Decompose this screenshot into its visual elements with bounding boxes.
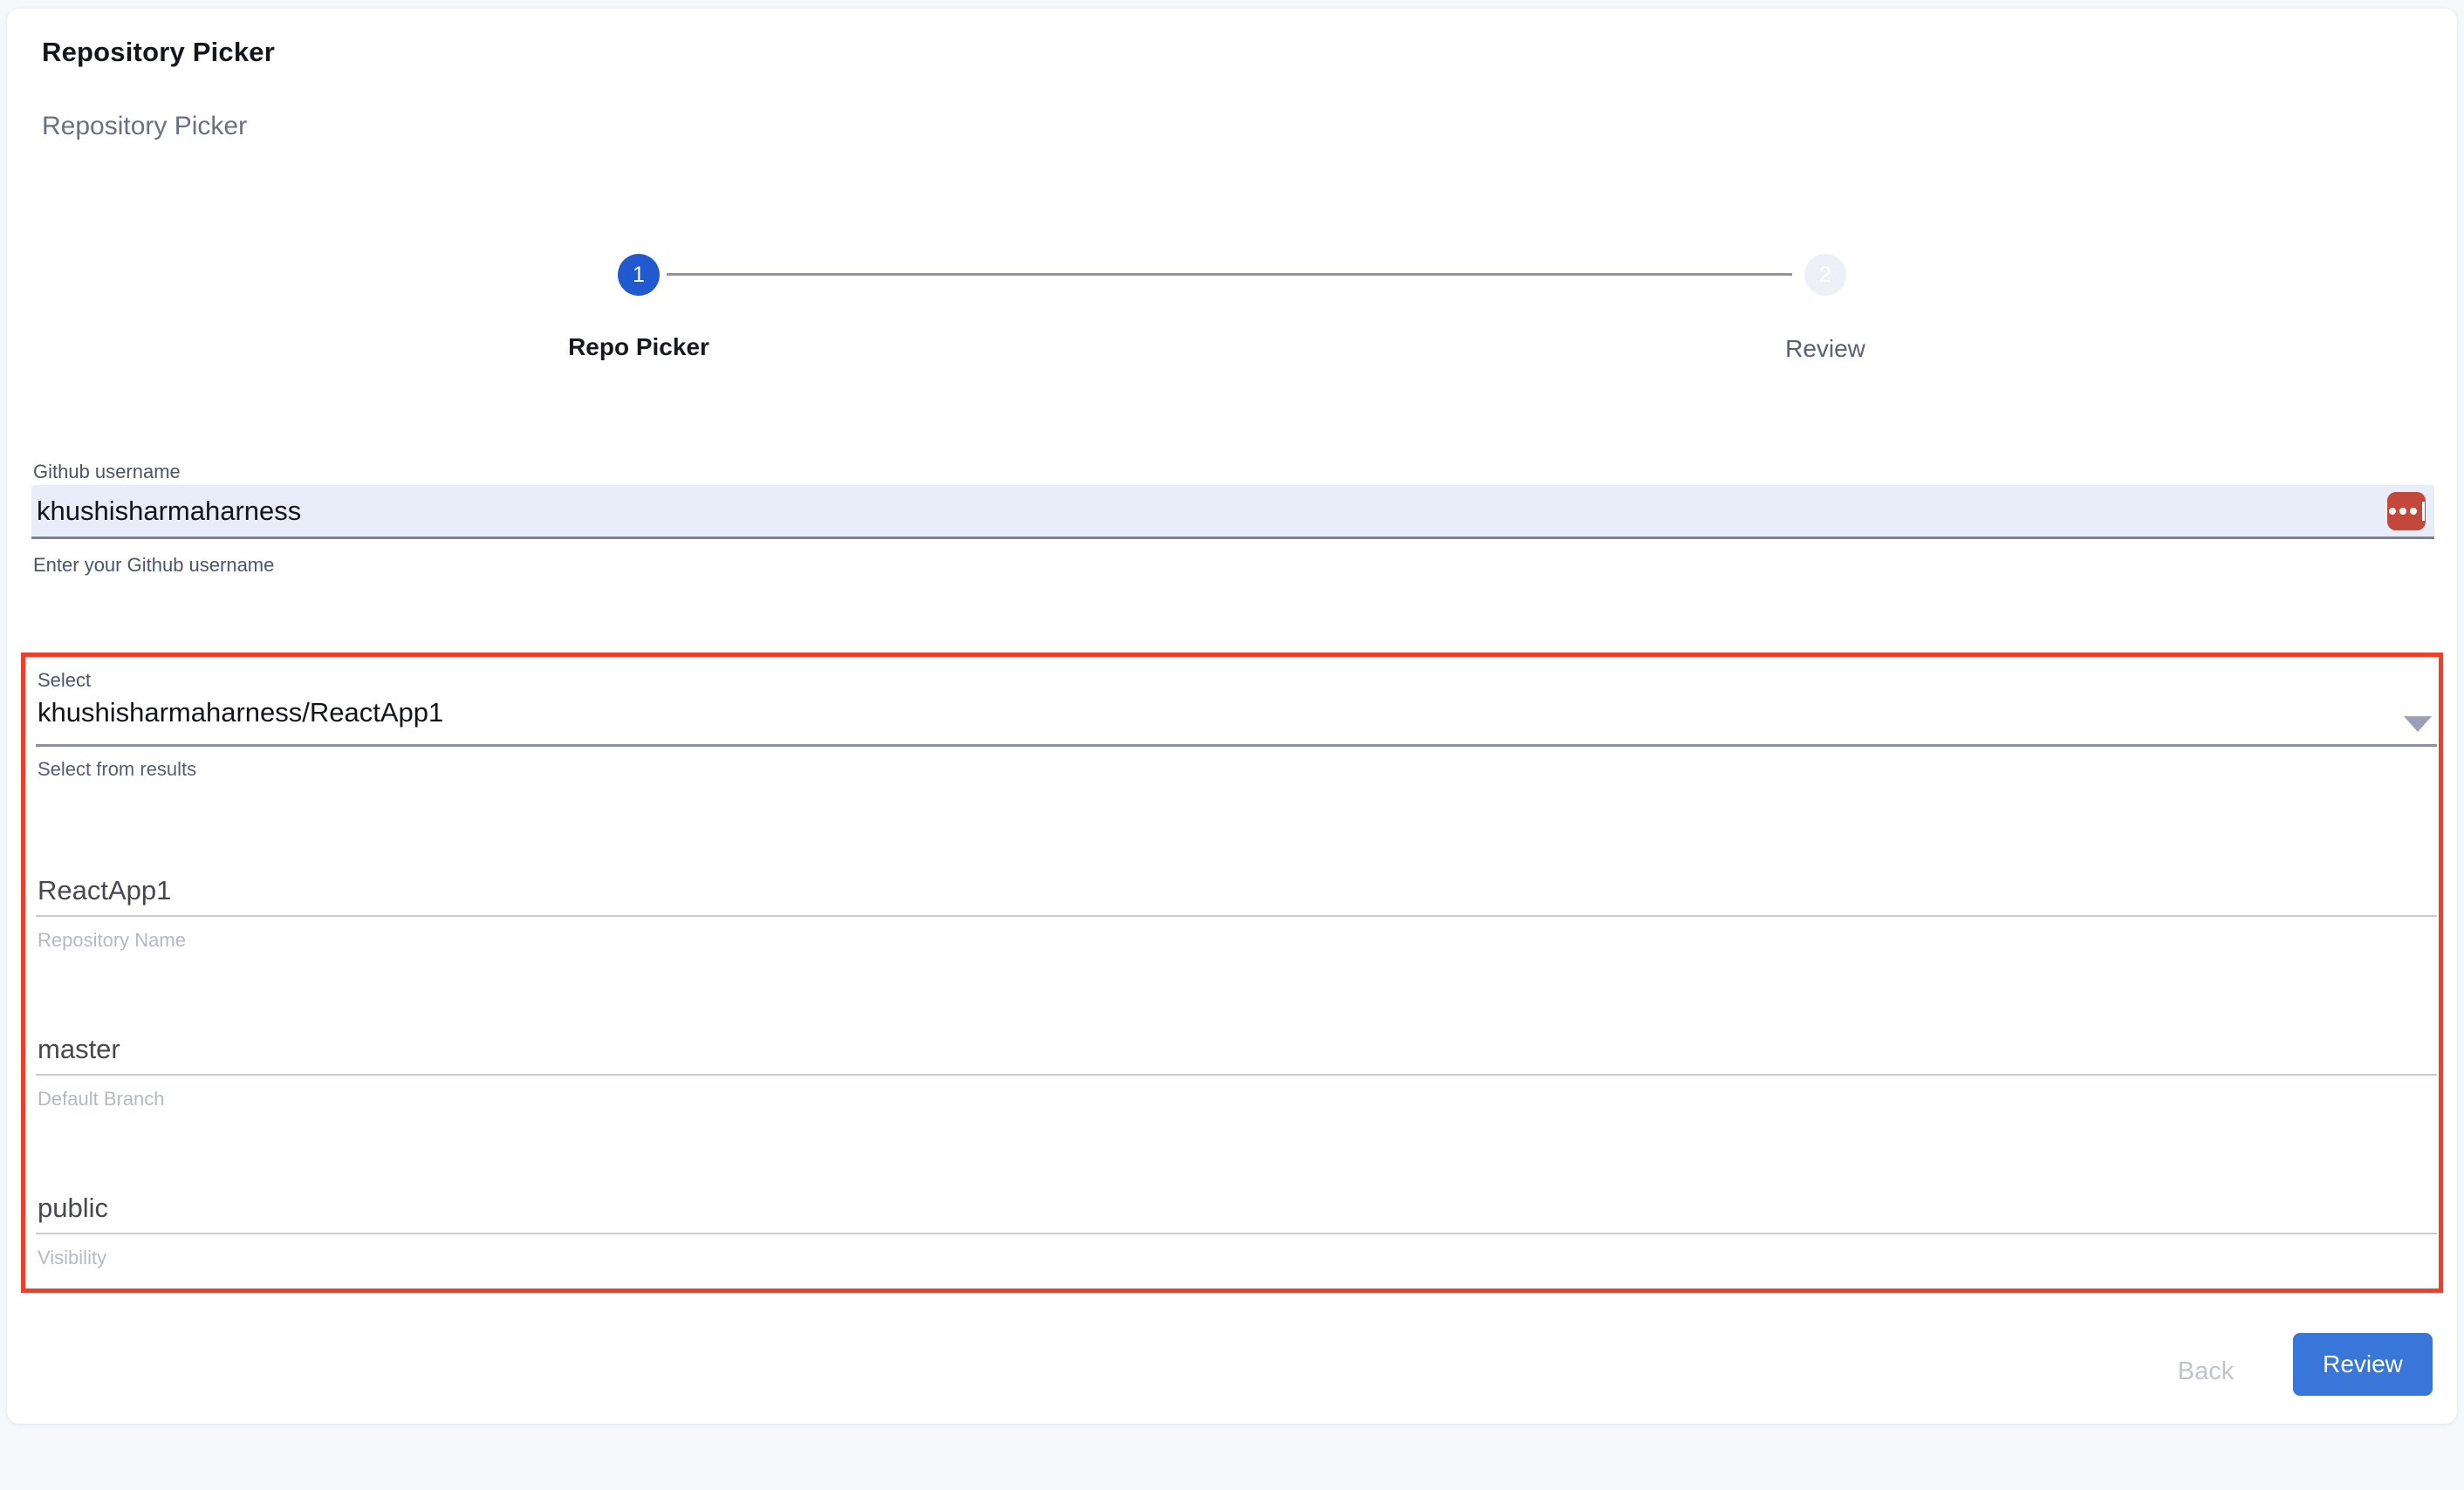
chevron-down-icon[interactable] — [2404, 716, 2432, 732]
review-button[interactable]: Review — [2293, 1333, 2433, 1396]
github-username-label: Github username — [33, 461, 181, 483]
repository-name-field: ReactApp1 Repository Name — [36, 875, 2437, 952]
visibility-field: public Visibility — [36, 1193, 2437, 1269]
lastpass-icon[interactable] — [2387, 492, 2426, 530]
back-button[interactable]: Back — [2153, 1349, 2258, 1394]
step-2-indicator[interactable]: 2 — [1804, 254, 1846, 296]
visibility-label: Visibility — [36, 1247, 2437, 1269]
default-branch-value[interactable]: master — [36, 1034, 2437, 1065]
repo-select-helper: Select from results — [38, 758, 196, 781]
repository-name-value[interactable]: ReactApp1 — [36, 875, 2437, 906]
repository-name-underline — [36, 915, 2437, 917]
repository-name-label: Repository Name — [36, 929, 2437, 952]
step-1-number: 1 — [633, 263, 645, 288]
step-2-number: 2 — [1819, 263, 1831, 288]
stepper-connector-line — [667, 273, 1792, 276]
page-title: Repository Picker — [42, 37, 275, 68]
highlighted-region: Select khushisharmaharness/ReactApp1 Sel… — [21, 653, 2443, 1293]
github-username-input[interactable]: khushisharmaharness — [31, 485, 2434, 539]
github-username-helper: Enter your Github username — [33, 554, 274, 577]
step-1-indicator[interactable]: 1 — [618, 254, 660, 296]
default-branch-label: Default Branch — [36, 1088, 2437, 1111]
github-username-value[interactable]: khushisharmaharness — [31, 496, 2387, 527]
repo-select-value[interactable]: khushisharmaharness/ReactApp1 — [38, 697, 443, 728]
repo-select-underline — [36, 744, 2437, 747]
visibility-value[interactable]: public — [36, 1193, 2437, 1224]
step-2-label: Review — [1694, 335, 1956, 363]
default-branch-underline — [36, 1074, 2437, 1076]
step-1-label: Repo Picker — [508, 333, 770, 361]
visibility-underline — [36, 1233, 2437, 1234]
repository-picker-card: Repository Picker Repository Picker 1 2 … — [7, 9, 2457, 1424]
repo-select-label: Select — [38, 669, 91, 692]
page-subtitle: Repository Picker — [42, 112, 247, 141]
default-branch-field: master Default Branch — [36, 1034, 2437, 1111]
